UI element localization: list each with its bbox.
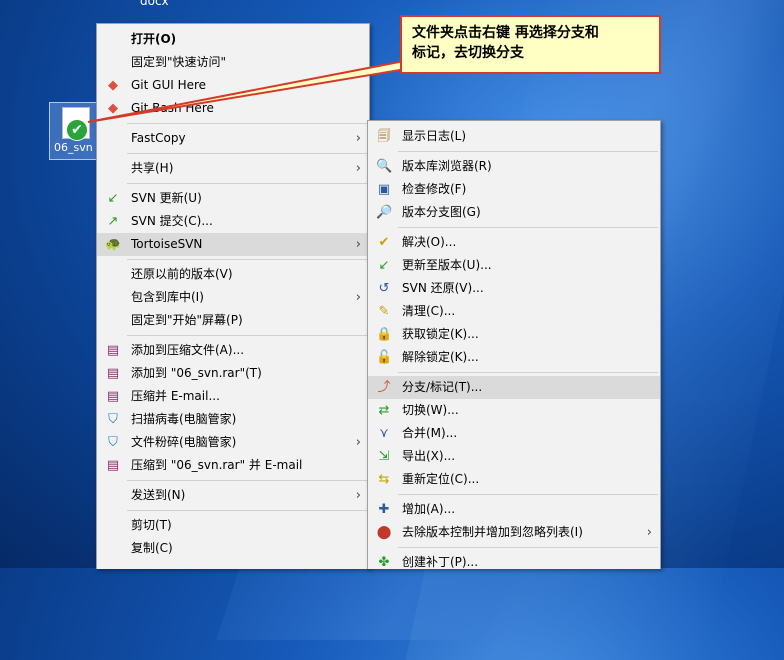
- callout-annotation: 文件夹点击右键 再选择分支和 标记，去切换分支: [400, 15, 661, 74]
- callout-line-1: 文件夹点击右键 再选择分支和: [412, 25, 599, 41]
- callout-pointer: [87, 57, 421, 123]
- callout-text: 文件夹点击右键 再选择分支和 标记，去切换分支: [412, 23, 652, 63]
- callout-line-2: 标记，去切换分支: [412, 45, 524, 61]
- callout-pointer-shape: [87, 57, 421, 123]
